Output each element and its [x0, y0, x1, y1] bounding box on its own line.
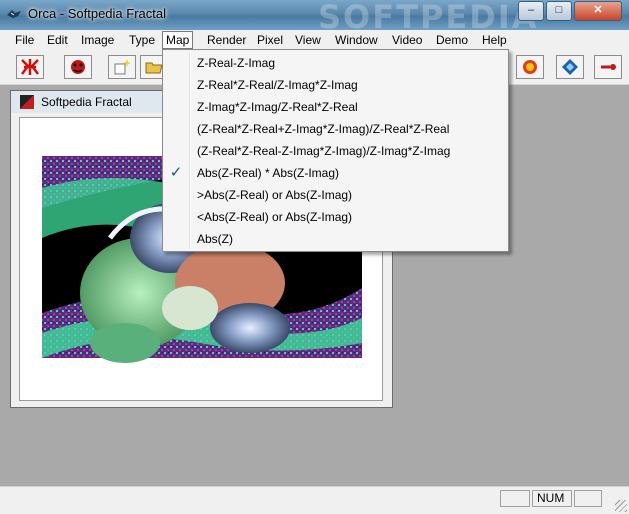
- map-item-diff-over-imag-sq[interactable]: (Z-Real*Z-Real-Z-Imag*Z-Imag)/Z-Imag*Z-I…: [197, 141, 450, 161]
- ladybug-icon: [71, 60, 85, 74]
- menu-view[interactable]: View: [292, 32, 324, 48]
- diamond-button[interactable]: [556, 55, 584, 79]
- new-image-button[interactable]: [108, 55, 136, 79]
- pointer-button[interactable]: [594, 55, 622, 79]
- checkmark-icon: ✓: [169, 164, 183, 181]
- maximize-icon: □: [555, 4, 563, 16]
- menu-pixel[interactable]: Pixel: [254, 32, 286, 48]
- fractal-star-icon: [21, 59, 39, 75]
- menu-map[interactable]: Map: [162, 31, 194, 49]
- status-panel-extra: [574, 490, 602, 507]
- map-item-greater-abs[interactable]: >Abs(Z-Real) or Abs(Z-Imag): [197, 185, 352, 205]
- render-button[interactable]: [516, 55, 544, 79]
- menu-demo[interactable]: Demo: [433, 32, 471, 48]
- status-bar: NUM: [0, 486, 629, 514]
- ladybug-button[interactable]: [64, 55, 92, 79]
- window-title: Orca - Softpedia Fractal: [28, 6, 166, 21]
- title-bar: Orca - Softpedia Fractal SOFTPEDIA – □ ✕: [0, 0, 629, 36]
- menu-video[interactable]: Video: [389, 32, 425, 48]
- menu-edit[interactable]: Edit: [44, 32, 71, 48]
- map-item-real-sq-over-imag-sq[interactable]: Z-Real*Z-Real/Z-Imag*Z-Imag: [197, 75, 358, 95]
- menu-image[interactable]: Image: [78, 32, 117, 48]
- menu-type[interactable]: Type: [126, 32, 158, 48]
- menu-render[interactable]: Render: [204, 32, 249, 48]
- resize-grip[interactable]: [615, 500, 627, 512]
- close-button[interactable]: ✕: [574, 1, 622, 21]
- map-item-sum-over-real-sq[interactable]: (Z-Real*Z-Real+Z-Imag*Z-Imag)/Z-Real*Z-R…: [197, 119, 449, 139]
- map-dropdown-menu: Z-Real-Z-Imag Z-Real*Z-Real/Z-Imag*Z-Ima…: [162, 49, 509, 252]
- close-icon: ✕: [593, 4, 603, 16]
- map-item-z-real-z-imag[interactable]: Z-Real-Z-Imag: [197, 53, 275, 73]
- diamond-icon: [562, 59, 578, 75]
- map-item-abs-z[interactable]: Abs(Z): [197, 229, 233, 249]
- menu-window[interactable]: Window: [332, 32, 381, 48]
- fractal-star-button[interactable]: [16, 55, 44, 79]
- map-item-less-abs[interactable]: <Abs(Z-Real) or Abs(Z-Imag): [197, 207, 352, 227]
- child-window-title: Softpedia Fractal: [41, 95, 132, 109]
- orca-app-icon[interactable]: [6, 7, 22, 21]
- open-folder-icon: [145, 62, 163, 74]
- maximize-button[interactable]: □: [546, 1, 572, 21]
- menu-file[interactable]: File: [12, 32, 37, 48]
- render-ball-icon: [523, 60, 537, 74]
- pointer-icon: [601, 64, 616, 70]
- minimize-button[interactable]: –: [518, 1, 544, 21]
- status-panel-empty: [500, 490, 530, 507]
- status-num-indicator: NUM: [532, 490, 572, 507]
- minimize-icon: –: [527, 4, 535, 16]
- new-sparkle-icon: [114, 59, 131, 75]
- map-item-abs-product[interactable]: Abs(Z-Real) * Abs(Z-Imag): [197, 163, 339, 183]
- menu-help[interactable]: Help: [479, 32, 510, 48]
- menu-gutter: [189, 52, 191, 249]
- child-window-icon: [20, 95, 34, 109]
- map-item-imag-sq-over-real-sq[interactable]: Z-Imag*Z-Imag/Z-Real*Z-Real: [197, 97, 358, 117]
- menu-bar: File Edit Image Type Map Render Pixel Vi…: [0, 30, 629, 50]
